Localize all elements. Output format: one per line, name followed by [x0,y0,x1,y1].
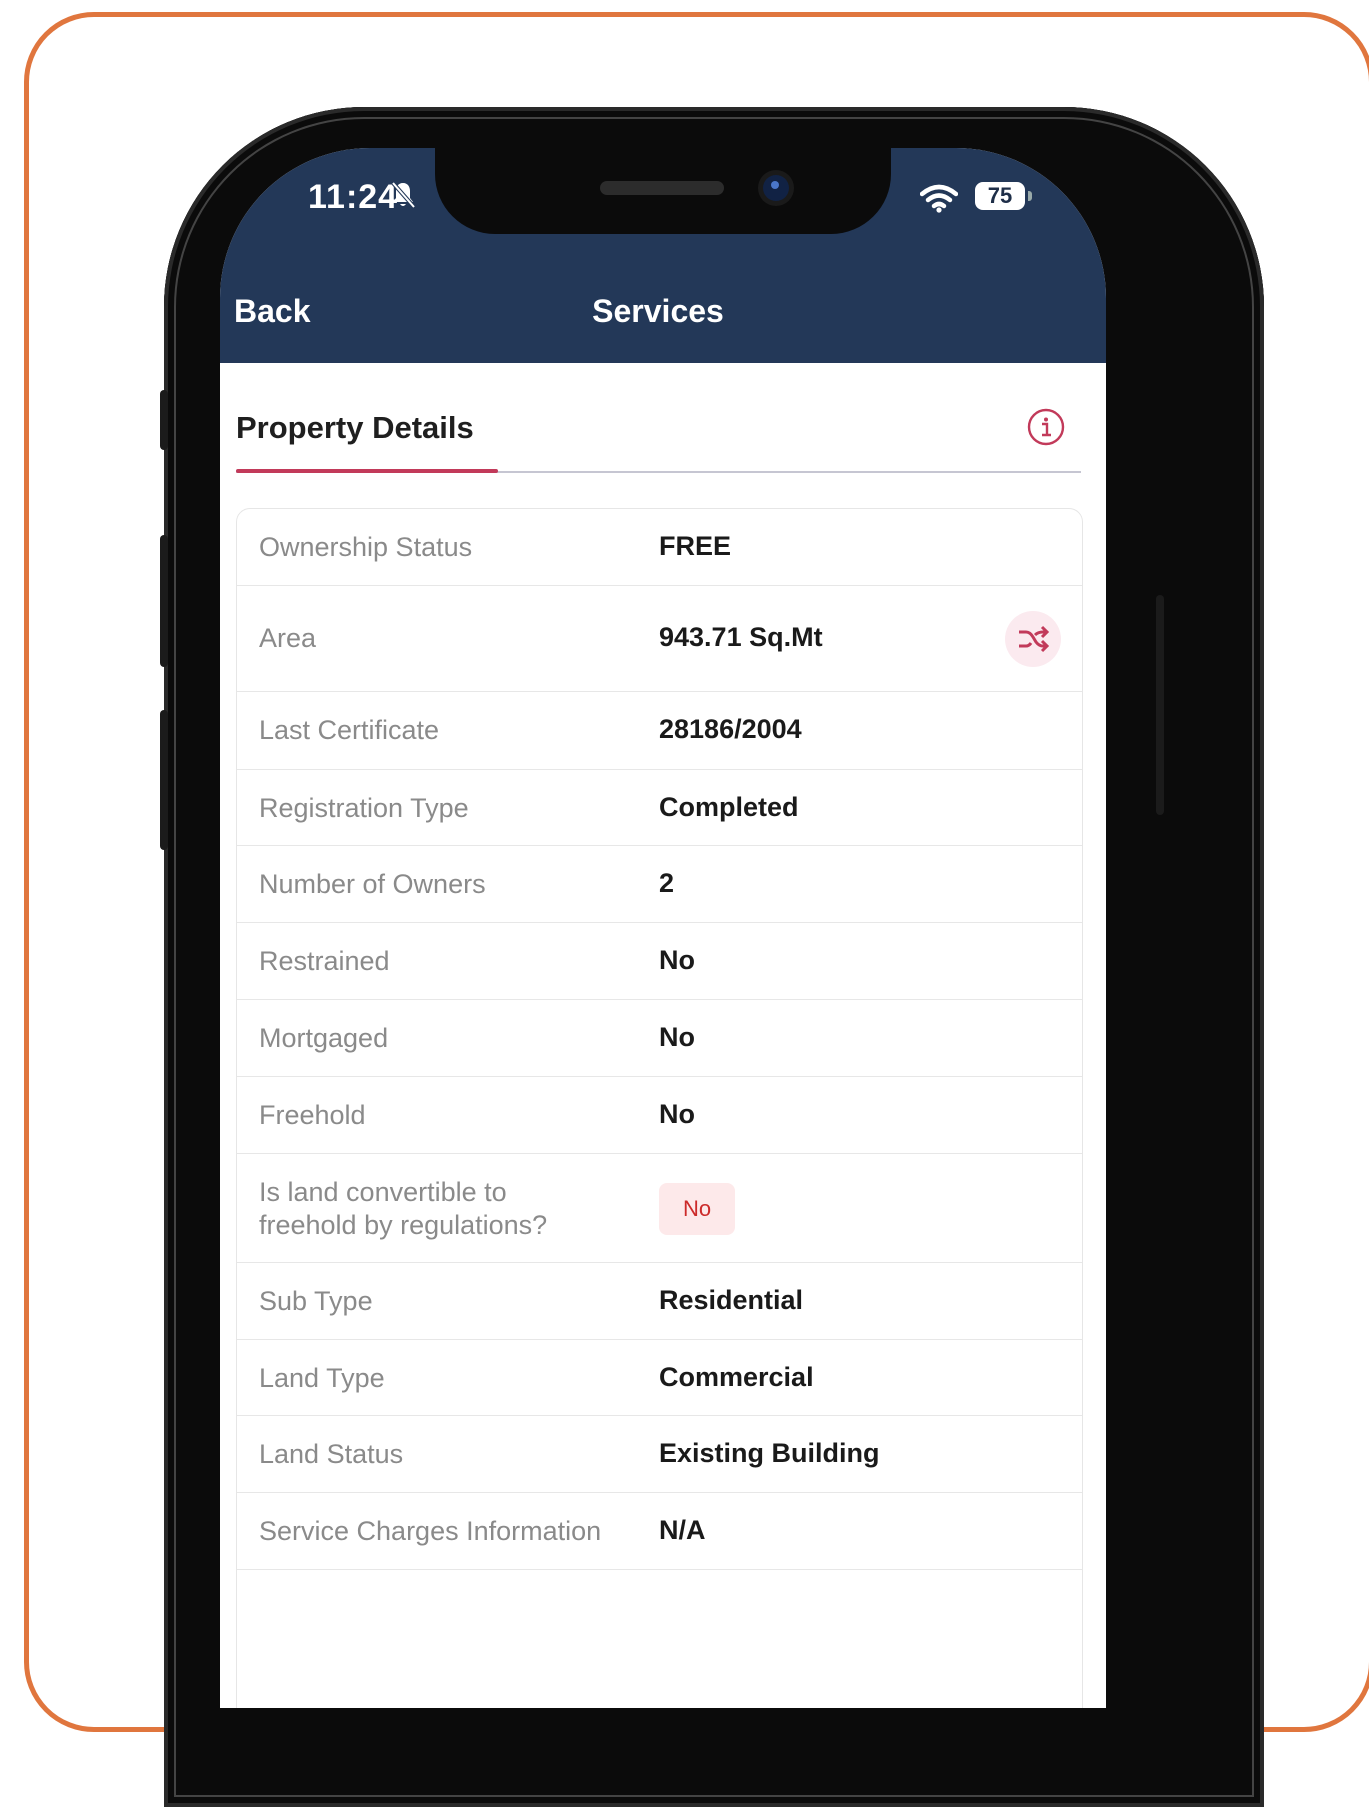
detail-row: Number of Owners 2 [237,846,1082,923]
detail-row: Registration Type Completed [237,770,1082,846]
phone-speaker [600,181,724,195]
detail-value: No [659,945,695,975]
detail-label: Sub Type [259,1286,373,1316]
detail-row: Area 943.71 Sq.Mt [237,586,1082,692]
detail-value: Completed [659,792,799,822]
phone-side-button [160,535,168,667]
detail-label: Is land convertible to freehold by regul… [259,1176,547,1242]
detail-label: Land Status [259,1439,404,1469]
detail-row: Ownership Status FREE [237,509,1082,586]
bell-muted-icon [391,181,416,209]
detail-label: Restrained [259,946,390,976]
battery-icon: 75 [975,182,1032,210]
detail-label: Mortgaged [259,1023,389,1053]
detail-label-line: freehold by regulations? [259,1210,548,1240]
detail-row: Service Charges Information N/A [237,1493,1082,1570]
phone-side-button [160,390,168,450]
status-time: 11:24 [308,178,399,216]
phone-side-button [1156,595,1164,815]
detail-label: Area [259,623,317,653]
detail-label: Number of Owners [259,869,486,899]
detail-value: 943.71 Sq.Mt [659,622,823,652]
detail-value: Existing Building [659,1438,880,1468]
wifi-icon [920,184,958,213]
detail-row: Is land convertible to freehold by regul… [237,1154,1082,1263]
app-header: 11:24 75 Back Services [220,148,1106,363]
shuffle-icon [1019,625,1049,653]
detail-row: Last Certificate 28186/2004 [237,692,1082,770]
detail-label: Service Charges Information [259,1516,602,1546]
section-title: Property Details [236,410,474,445]
detail-row: Sub Type Residential [237,1263,1082,1340]
tab-active-indicator [236,469,498,473]
status-badge: No [659,1183,735,1235]
detail-row: Land Status Existing Building [237,1416,1082,1493]
detail-label-line: Is land convertible to [259,1177,507,1207]
detail-value: Commercial [659,1362,814,1392]
detail-label: Freehold [259,1100,366,1130]
detail-label: Ownership Status [259,532,473,562]
info-icon[interactable] [1026,407,1066,447]
detail-value: Residential [659,1285,804,1315]
property-details-card: Ownership Status FREE Area 943.71 Sq.Mt … [236,508,1083,1708]
detail-value: No [659,1099,695,1129]
detail-row: Mortgaged No [237,1000,1082,1077]
detail-value: 28186/2004 [659,714,802,744]
area-unit-toggle-button[interactable] [1005,611,1061,667]
detail-row: Freehold No [237,1077,1082,1154]
camera-icon [763,175,789,201]
detail-label: Last Certificate [259,715,440,745]
detail-label: Registration Type [259,793,469,823]
detail-value: FREE [659,531,732,561]
detail-value: N/A [659,1515,706,1545]
detail-value: No [659,1022,695,1052]
page-title: Services [592,293,724,329]
detail-label: Land Type [259,1363,385,1393]
detail-row: Restrained No [237,923,1082,1000]
phone-side-button [160,710,168,850]
detail-value: 2 [659,868,675,898]
detail-row: Land Type Commercial [237,1340,1082,1416]
phone-screen: 11:24 75 Back Services Property Details … [220,148,1106,1708]
